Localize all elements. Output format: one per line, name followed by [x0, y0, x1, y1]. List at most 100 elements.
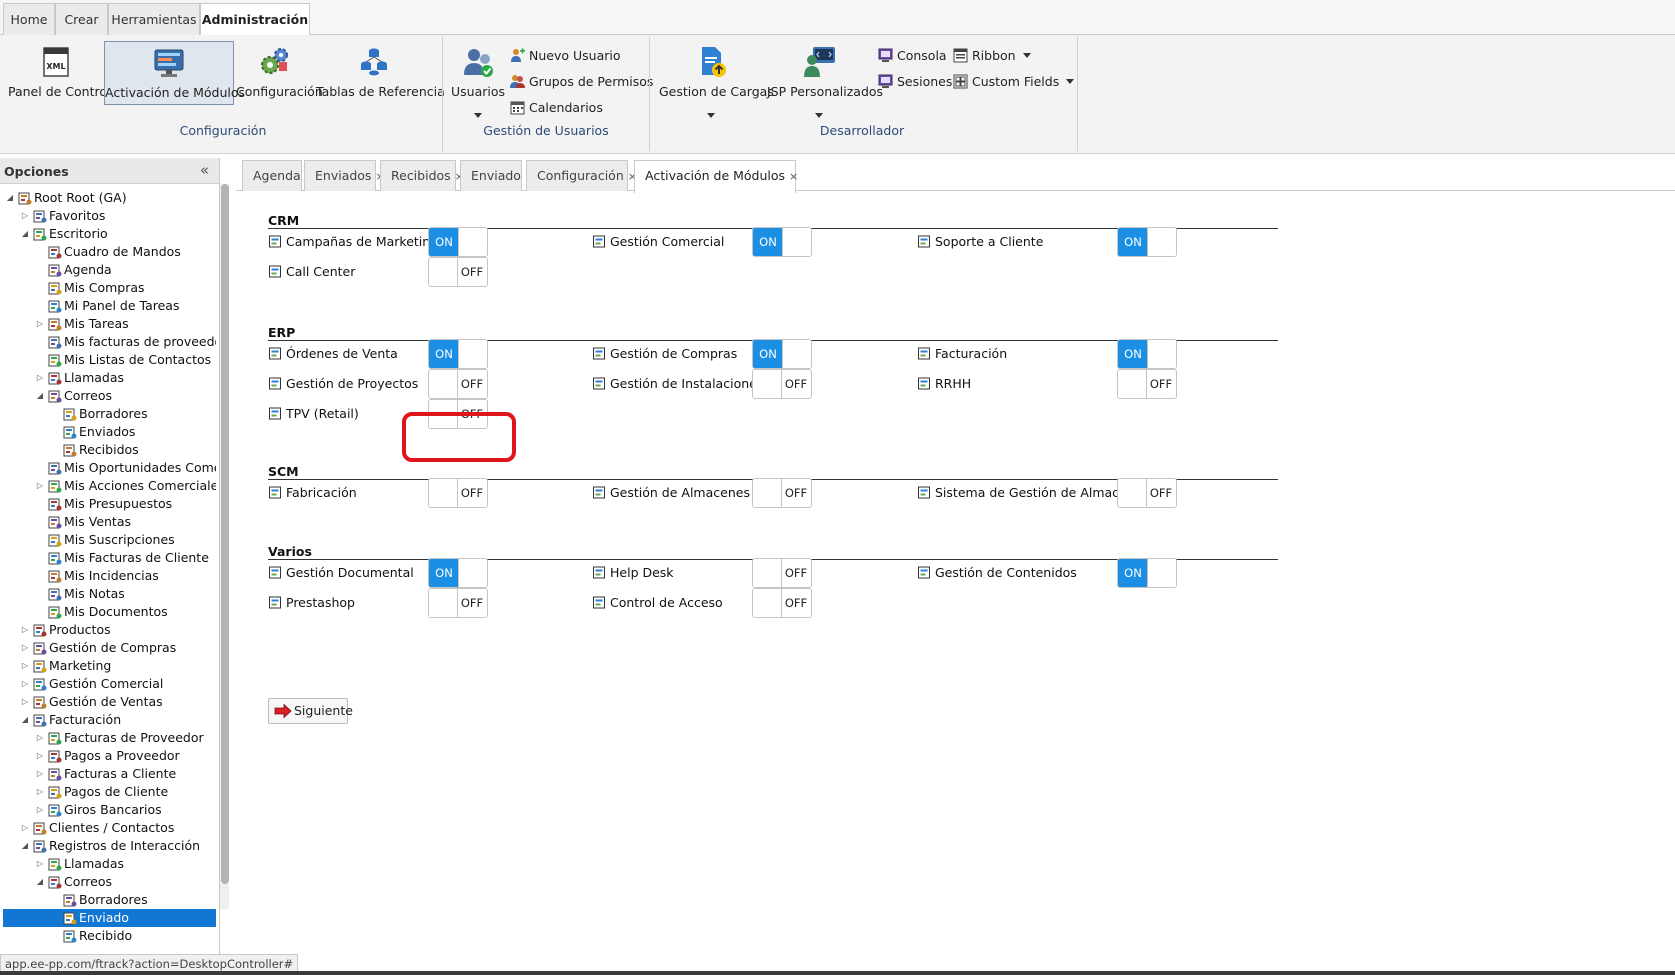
tree-collapsed-icon[interactable]: ▷ [20, 639, 30, 657]
toggle-gestion-documental[interactable]: ON [428, 558, 488, 588]
custom-fields-button[interactable]: Custom Fields [953, 72, 1075, 92]
tree-item[interactable]: ◢ Correos [3, 873, 216, 891]
activacion-de-modulos-button[interactable]: Activación de Módulos [104, 41, 245, 105]
tree-item[interactable]: ▷ Clientes / Contactos [3, 819, 216, 837]
toggle-gestion-comercial[interactable]: ON [752, 227, 812, 257]
panel-de-control-button[interactable]: XML Panel de Control [8, 41, 110, 105]
tree-collapsed-icon[interactable]: ▷ [35, 765, 45, 783]
tree-item[interactable]: Mis Listas de Contactos [3, 351, 216, 369]
toggle-prestashop[interactable]: OFF [428, 588, 488, 618]
tree-item[interactable]: ◢ Registros de Interacción [3, 837, 216, 855]
tree-item[interactable]: Borradores [3, 405, 216, 423]
tree-collapsed-icon[interactable]: ▷ [20, 657, 30, 675]
tree-item[interactable]: ▷ Pagos a Proveedor [3, 747, 216, 765]
tree-item[interactable]: Mis Notas [3, 585, 216, 603]
tree-item[interactable]: ◢ Root Root (GA) [3, 189, 216, 207]
siguiente-button[interactable]: Siguiente [268, 698, 353, 724]
tree-item[interactable]: ▷ Marketing [3, 657, 216, 675]
tree-collapsed-icon[interactable]: ▷ [35, 369, 45, 387]
tree-item[interactable]: Recibidos [3, 441, 216, 459]
tree-expanded-icon[interactable]: ◢ [35, 387, 45, 405]
tree-item[interactable]: Cuadro de Mandos [3, 243, 216, 261]
tree-collapsed-icon[interactable]: ▷ [35, 477, 45, 495]
tree-collapsed-icon[interactable]: ▷ [35, 783, 45, 801]
toggle-control-de-acceso[interactable]: OFF [752, 588, 812, 618]
tab-home[interactable]: Home [3, 3, 55, 35]
tree-item[interactable]: ▷ Giros Bancarios [3, 801, 216, 819]
tree-collapsed-icon[interactable]: ▷ [20, 621, 30, 639]
tree-item[interactable]: ▷ Pagos de Cliente [3, 783, 216, 801]
tree-collapsed-icon[interactable]: ▷ [20, 819, 30, 837]
toggle-call-center[interactable]: OFF [428, 257, 488, 287]
close-icon[interactable]: × [789, 170, 798, 183]
tab-activacion-de-modulos[interactable]: Activación de Módulos × [634, 160, 798, 193]
toggle-facturacion[interactable]: ON [1117, 339, 1177, 369]
tree-item[interactable]: Mis Facturas de Cliente [3, 549, 216, 567]
nuevo-usuario-button[interactable]: Nuevo Usuario [510, 46, 621, 66]
tree-collapsed-icon[interactable]: ▷ [20, 207, 30, 225]
collapse-icon[interactable]: « [200, 161, 209, 179]
tree-expanded-icon[interactable]: ◢ [35, 873, 45, 891]
tree-item[interactable]: Mis Suscripciones [3, 531, 216, 549]
gestion-de-cargas-button[interactable]: Gestion de Cargas [659, 41, 774, 118]
jsp-personalizados-button[interactable]: JSP Personalizados [767, 41, 883, 118]
toggle-fabricacion[interactable]: OFF [428, 478, 488, 508]
tree-item[interactable]: Mis Incidencias [3, 567, 216, 585]
tree-item[interactable]: ◢ Facturación [3, 711, 216, 729]
tree-collapsed-icon[interactable]: ▷ [35, 855, 45, 873]
tree-item[interactable]: Mis Compras [3, 279, 216, 297]
tree-collapsed-icon[interactable]: ▷ [35, 315, 45, 333]
tree-item[interactable]: ▷ Productos [3, 621, 216, 639]
tree-item[interactable]: ▷ Gestión Comercial [3, 675, 216, 693]
tree-item[interactable]: ▷ Facturas de Proveedor [3, 729, 216, 747]
tab-configuracion[interactable]: Configuración × [526, 160, 637, 191]
tab-enviado[interactable]: Enviado× [460, 160, 534, 191]
tree-expanded-icon[interactable]: ◢ [20, 225, 30, 243]
toggle-campanas-de-marketing[interactable]: ON [428, 227, 488, 257]
grupos-de-permisos-button[interactable]: Grupos de Permisos [510, 72, 653, 92]
consola-button[interactable]: Consola [878, 46, 947, 66]
toggle-gestion-de-almacenes[interactable]: OFF [752, 478, 812, 508]
tree-expanded-icon[interactable]: ◢ [20, 711, 30, 729]
tree-item[interactable]: Mis Oportunidades Comercia [3, 459, 216, 477]
tree-item[interactable]: ▷ Gestión de Compras [3, 639, 216, 657]
tree-collapsed-icon[interactable]: ▷ [20, 675, 30, 693]
tab-crear[interactable]: Crear [55, 3, 108, 35]
tree-item[interactable]: ▷ Mis Tareas [3, 315, 216, 333]
tab-administracion[interactable]: Administración [200, 3, 310, 36]
tree-item[interactable]: Mis Presupuestos [3, 495, 216, 513]
toggle-gestion-de-proyectos[interactable]: OFF [428, 369, 488, 399]
toggle-sistema-de-gestion-de-almacen[interactable]: OFF [1117, 478, 1177, 508]
tab-agenda[interactable]: Agenda [242, 160, 302, 191]
tree-item[interactable]: Agenda [3, 261, 216, 279]
tree-item[interactable]: ▷ Facturas a Cliente [3, 765, 216, 783]
ribbon-button[interactable]: Ribbon [953, 46, 1031, 66]
tree-item[interactable]: Borradores [3, 891, 216, 909]
tab-herramientas[interactable]: Herramientas [108, 3, 200, 35]
tree-item[interactable]: ◢ Correos [3, 387, 216, 405]
tree-item[interactable]: Mis Documentos [3, 603, 216, 621]
tree-collapsed-icon[interactable]: ▷ [35, 729, 45, 747]
tree-item[interactable]: ▷ Favoritos [3, 207, 216, 225]
scrollbar-thumb[interactable] [221, 184, 229, 884]
tree-collapsed-icon[interactable]: ▷ [35, 747, 45, 765]
tree-item[interactable]: Enviado [3, 909, 216, 927]
tree-collapsed-icon[interactable]: ▷ [20, 693, 30, 711]
tree-item[interactable]: Enviados [3, 423, 216, 441]
tree-expanded-icon[interactable]: ◢ [5, 189, 15, 207]
toggle-help-desk[interactable]: OFF [752, 558, 812, 588]
toggle-rrhh[interactable]: OFF [1117, 369, 1177, 399]
tree-item[interactable]: ◢ Escritorio [3, 225, 216, 243]
tree-item[interactable]: Mis facturas de proveedor [3, 333, 216, 351]
tab-enviados[interactable]: Enviados× [304, 160, 385, 191]
tree-expanded-icon[interactable]: ◢ [20, 837, 30, 855]
toggle-gestion-de-compras[interactable]: ON [752, 339, 812, 369]
usuarios-button[interactable]: Usuarios [450, 41, 506, 118]
toggle-ordenes-de-venta[interactable]: ON [428, 339, 488, 369]
toggle-soporte-a-cliente[interactable]: ON [1117, 227, 1177, 257]
sesiones-button[interactable]: Sesiones [878, 72, 952, 92]
configuracion-button[interactable]: Configuración [236, 41, 323, 105]
tree-item[interactable]: Mis Ventas [3, 513, 216, 531]
tree-item[interactable]: ▷ Mis Acciones Comerciales [3, 477, 216, 495]
tree-item[interactable]: ▷ Llamadas [3, 855, 216, 873]
